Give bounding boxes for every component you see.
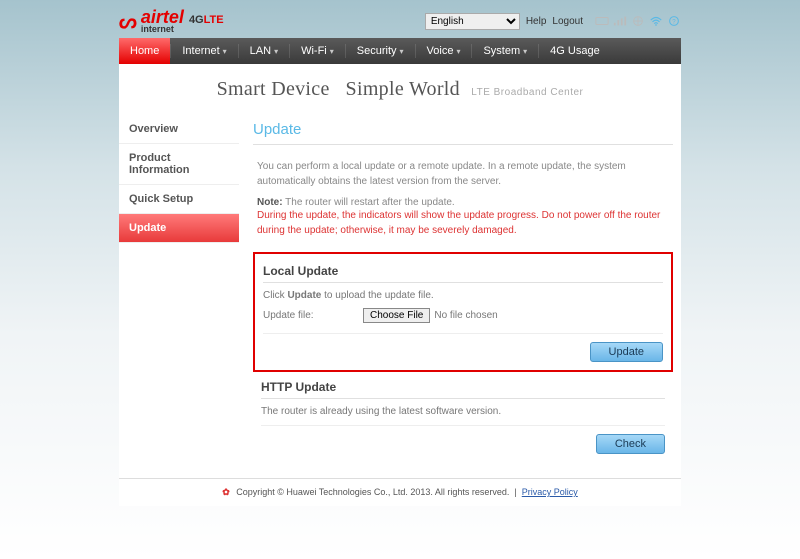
chevron-down-icon: ▾ xyxy=(330,47,334,56)
globe-icon xyxy=(631,15,645,27)
note-text: Note: The router will restart after the … xyxy=(253,195,673,208)
slogan-tag: LTE Broadband Center xyxy=(471,87,583,98)
brand-logo: ᔕ airtel 4GLTE internet xyxy=(119,8,224,34)
nav-lan[interactable]: LAN▾ xyxy=(239,38,289,64)
sidebar-item-quick-setup[interactable]: Quick Setup xyxy=(119,185,239,214)
intro-text: You can perform a local update or a remo… xyxy=(253,153,673,195)
chevron-down-icon: ▾ xyxy=(274,47,278,56)
update-button[interactable]: Update xyxy=(590,342,663,362)
sidebar-item-update[interactable]: Update xyxy=(119,214,239,243)
local-update-hint: Click Update to upload the update file. xyxy=(263,287,663,304)
topbar: ᔕ airtel 4GLTE internet English Help Log… xyxy=(119,0,681,38)
chevron-down-icon: ▾ xyxy=(523,47,527,56)
logout-link[interactable]: Logout xyxy=(552,16,583,27)
local-update-highlight: Local Update Click Update to upload the … xyxy=(253,252,673,372)
brand-4g: 4GLTE xyxy=(189,14,224,26)
nav-system[interactable]: System▾ xyxy=(472,38,538,64)
file-chosen-status: No file chosen xyxy=(434,310,497,321)
svg-text:?: ? xyxy=(672,19,676,26)
signal-icon xyxy=(613,15,627,27)
sidebar-item-overview[interactable]: Overview xyxy=(119,115,239,144)
choose-file-button[interactable]: Choose File xyxy=(363,308,430,323)
chevron-down-icon: ▾ xyxy=(456,47,460,56)
nav-4g-usage[interactable]: 4G Usage xyxy=(539,38,611,64)
sidebar-item-product-info[interactable]: Product Information xyxy=(119,144,239,185)
brand-swirl-icon: ᔕ xyxy=(119,9,137,34)
main-panel: Update You can perform a local update or… xyxy=(249,115,681,464)
status-icons: ? xyxy=(595,15,681,27)
page-title: Update xyxy=(253,115,673,145)
sidebar: Overview Product Information Quick Setup… xyxy=(119,115,239,464)
main-nav: Home Internet▾ LAN▾ Wi-Fi▾ Security▾ Voi… xyxy=(119,38,681,64)
privacy-link[interactable]: Privacy Policy xyxy=(522,487,578,497)
chevron-down-icon: ▾ xyxy=(400,47,404,56)
huawei-logo-icon: ✿ xyxy=(222,487,230,497)
check-button[interactable]: Check xyxy=(596,434,665,454)
sim-icon xyxy=(595,15,609,27)
language-select[interactable]: English xyxy=(425,13,520,30)
nav-wifi[interactable]: Wi-Fi▾ xyxy=(290,38,345,64)
nav-home[interactable]: Home xyxy=(119,38,170,64)
http-status-text: The router is already using the latest s… xyxy=(261,403,665,426)
local-update-heading: Local Update xyxy=(263,260,663,283)
nav-voice[interactable]: Voice▾ xyxy=(416,38,472,64)
nav-security[interactable]: Security▾ xyxy=(346,38,415,64)
help-icon[interactable]: ? xyxy=(667,15,681,27)
warning-text: During the update, the indicators will s… xyxy=(253,208,673,244)
chevron-down-icon: ▾ xyxy=(223,47,227,56)
help-link[interactable]: Help xyxy=(526,16,547,27)
slogan: Smart Device Simple World LTE Broadband … xyxy=(119,64,681,111)
footer: ✿ Copyright © Huawei Technologies Co., L… xyxy=(119,478,681,506)
wifi-icon xyxy=(649,15,663,27)
nav-internet[interactable]: Internet▾ xyxy=(171,38,237,64)
http-update-heading: HTTP Update xyxy=(261,376,665,399)
copyright-text: Copyright © Huawei Technologies Co., Ltd… xyxy=(236,487,509,497)
update-file-label: Update file: xyxy=(263,310,363,321)
